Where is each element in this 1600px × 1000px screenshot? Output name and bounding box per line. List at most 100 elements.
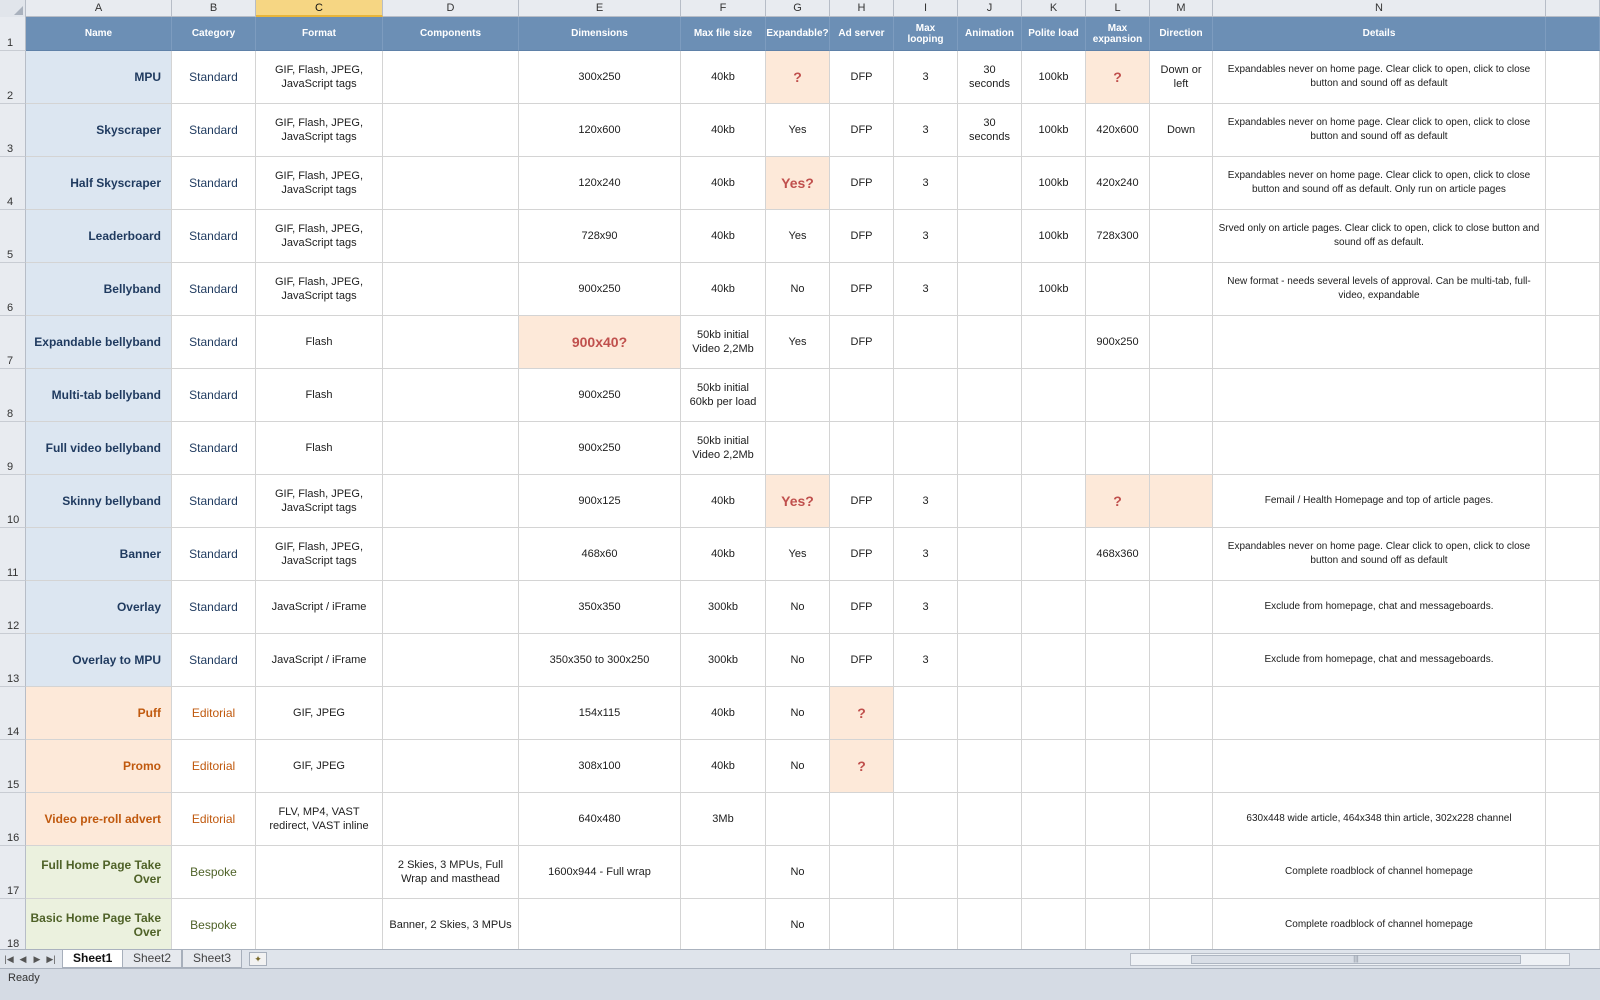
- cell-expandable[interactable]: No: [766, 581, 830, 634]
- cell-dimensions[interactable]: 154x115: [519, 687, 681, 740]
- cell-format[interactable]: [256, 846, 383, 899]
- cell-name[interactable]: Leaderboard: [26, 210, 172, 263]
- cell-max-file-size[interactable]: 40kb: [681, 263, 766, 316]
- cell-max-file-size[interactable]: 40kb: [681, 475, 766, 528]
- cell-ad-server[interactable]: DFP: [830, 157, 894, 210]
- cell-ad-server[interactable]: ?: [830, 687, 894, 740]
- cell-blank[interactable]: [1546, 422, 1600, 475]
- cell-format[interactable]: GIF, Flash, JPEG, JavaScript tags: [256, 104, 383, 157]
- cell-max-expansion[interactable]: ?: [1086, 51, 1150, 104]
- cell-max-file-size[interactable]: 40kb: [681, 687, 766, 740]
- cell-blank[interactable]: [1546, 475, 1600, 528]
- cell-expandable[interactable]: [766, 369, 830, 422]
- header-cell-category[interactable]: Category: [172, 17, 256, 51]
- header-cell-max-looping[interactable]: Max looping: [894, 17, 958, 51]
- cell-category[interactable]: Standard: [172, 581, 256, 634]
- header-cell-blank[interactable]: [1546, 17, 1600, 51]
- cell-expandable[interactable]: Yes?: [766, 475, 830, 528]
- cell-max-expansion[interactable]: 420x240: [1086, 157, 1150, 210]
- cell-name[interactable]: Basic Home Page Take Over: [26, 899, 172, 952]
- cell-animation[interactable]: [958, 634, 1022, 687]
- cell-ad-server[interactable]: DFP: [830, 210, 894, 263]
- header-cell-details[interactable]: Details: [1213, 17, 1546, 51]
- cell-blank[interactable]: [1546, 846, 1600, 899]
- cell-format[interactable]: Flash: [256, 369, 383, 422]
- cell-direction[interactable]: Down or left: [1150, 51, 1213, 104]
- cell-polite-load[interactable]: 100kb: [1022, 104, 1086, 157]
- row-number-2[interactable]: 2: [0, 51, 26, 104]
- cell-animation[interactable]: [958, 740, 1022, 793]
- first-sheet-icon[interactable]: |◀: [4, 953, 14, 965]
- cell-max-looping[interactable]: 3: [894, 104, 958, 157]
- cell-dimensions[interactable]: 350x350: [519, 581, 681, 634]
- cell-animation[interactable]: [958, 210, 1022, 263]
- cell-expandable[interactable]: ?: [766, 51, 830, 104]
- column-letter-h[interactable]: H: [830, 0, 894, 17]
- cell-expandable[interactable]: [766, 793, 830, 846]
- cell-max-expansion[interactable]: [1086, 263, 1150, 316]
- cell-ad-server[interactable]: DFP: [830, 316, 894, 369]
- cell-details[interactable]: [1213, 422, 1546, 475]
- row-number-4[interactable]: 4: [0, 157, 26, 210]
- cell-name[interactable]: Half Skyscraper: [26, 157, 172, 210]
- cell-direction[interactable]: [1150, 687, 1213, 740]
- cell-details[interactable]: Femail / Health Homepage and top of arti…: [1213, 475, 1546, 528]
- cell-polite-load[interactable]: 100kb: [1022, 157, 1086, 210]
- cell-animation[interactable]: [958, 793, 1022, 846]
- cell-expandable[interactable]: No: [766, 687, 830, 740]
- cell-polite-load[interactable]: [1022, 899, 1086, 952]
- cell-polite-load[interactable]: [1022, 528, 1086, 581]
- cell-direction[interactable]: [1150, 422, 1213, 475]
- cell-ad-server[interactable]: DFP: [830, 263, 894, 316]
- cell-expandable[interactable]: No: [766, 846, 830, 899]
- column-letter-j[interactable]: J: [958, 0, 1022, 17]
- row-number-9[interactable]: 9: [0, 422, 26, 475]
- cell-dimensions[interactable]: 900x250: [519, 369, 681, 422]
- cell-max-looping[interactable]: [894, 316, 958, 369]
- cell-expandable[interactable]: No: [766, 899, 830, 952]
- cell-direction[interactable]: [1150, 157, 1213, 210]
- cell-animation[interactable]: [958, 581, 1022, 634]
- cell-direction[interactable]: Down: [1150, 104, 1213, 157]
- row-number-13[interactable]: 13: [0, 634, 26, 687]
- cell-max-expansion[interactable]: ?: [1086, 475, 1150, 528]
- cell-max-expansion[interactable]: [1086, 846, 1150, 899]
- cell-direction[interactable]: [1150, 210, 1213, 263]
- cell-blank[interactable]: [1546, 263, 1600, 316]
- cell-blank[interactable]: [1546, 369, 1600, 422]
- header-cell-expandable[interactable]: Expandable?: [766, 17, 830, 51]
- cell-direction[interactable]: [1150, 263, 1213, 316]
- cell-direction[interactable]: [1150, 475, 1213, 528]
- cell-polite-load[interactable]: [1022, 846, 1086, 899]
- cell-direction[interactable]: [1150, 581, 1213, 634]
- cell-max-expansion[interactable]: [1086, 634, 1150, 687]
- header-cell-name[interactable]: Name: [26, 17, 172, 51]
- cell-dimensions[interactable]: 350x350 to 300x250: [519, 634, 681, 687]
- cell-details[interactable]: Expandables never on home page. Clear cl…: [1213, 51, 1546, 104]
- cell-polite-load[interactable]: [1022, 687, 1086, 740]
- cell-details[interactable]: [1213, 740, 1546, 793]
- cell-max-looping[interactable]: 3: [894, 51, 958, 104]
- last-sheet-icon[interactable]: ▶|: [46, 953, 56, 965]
- cell-category[interactable]: Standard: [172, 210, 256, 263]
- cell-ad-server[interactable]: DFP: [830, 104, 894, 157]
- cell-details[interactable]: 630x448 wide article, 464x348 thin artic…: [1213, 793, 1546, 846]
- cell-max-looping[interactable]: [894, 899, 958, 952]
- cell-blank[interactable]: [1546, 634, 1600, 687]
- row-number-6[interactable]: 6: [0, 263, 26, 316]
- cell-direction[interactable]: [1150, 740, 1213, 793]
- cell-dimensions[interactable]: 900x125: [519, 475, 681, 528]
- cell-dimensions[interactable]: 728x90: [519, 210, 681, 263]
- cell-max-looping[interactable]: [894, 846, 958, 899]
- column-letter-g[interactable]: G: [766, 0, 830, 17]
- cell-ad-server[interactable]: [830, 793, 894, 846]
- cell-format[interactable]: Flash: [256, 422, 383, 475]
- cell-expandable[interactable]: [766, 422, 830, 475]
- cell-max-file-size[interactable]: 50kb initial Video 2,2Mb: [681, 422, 766, 475]
- cell-category[interactable]: Standard: [172, 475, 256, 528]
- cell-animation[interactable]: [958, 475, 1022, 528]
- cell-animation[interactable]: [958, 369, 1022, 422]
- cell-name[interactable]: Banner: [26, 528, 172, 581]
- cell-max-looping[interactable]: 3: [894, 475, 958, 528]
- cell-max-file-size[interactable]: 50kb initial Video 2,2Mb: [681, 316, 766, 369]
